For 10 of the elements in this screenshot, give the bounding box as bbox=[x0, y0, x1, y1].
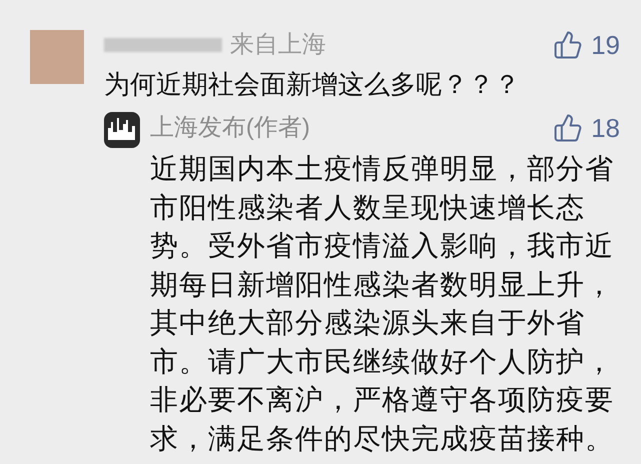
reply-text: 近期国内本土疫情反弹明显，部分省市阳性感染者人数呈现快速增长态势。受外省市疫情溢入影响，我市近期每日新增阳性感染者数明显上升，其中绝大部分感染源头来自于外省市。请广大市民继续做好个人防护，非必要不离沪，严格遵守各项防疫要求，满足条件的尽快完成疫苗接种。 bbox=[150, 152, 615, 456]
comment-location: 来自上海 bbox=[230, 33, 326, 57]
avatar-placeholder bbox=[30, 30, 84, 84]
thumbs-up-icon[interactable] bbox=[553, 30, 584, 60]
like-count: 18 bbox=[591, 115, 620, 141]
thumbs-up-icon[interactable] bbox=[553, 113, 584, 143]
comment-text: 为何近期社会面新增这么多呢？？？ bbox=[104, 68, 521, 101]
skyline-logo-icon bbox=[104, 112, 140, 148]
like-count: 19 bbox=[591, 32, 620, 58]
reply-author: 上海发布(作者) bbox=[150, 113, 310, 143]
